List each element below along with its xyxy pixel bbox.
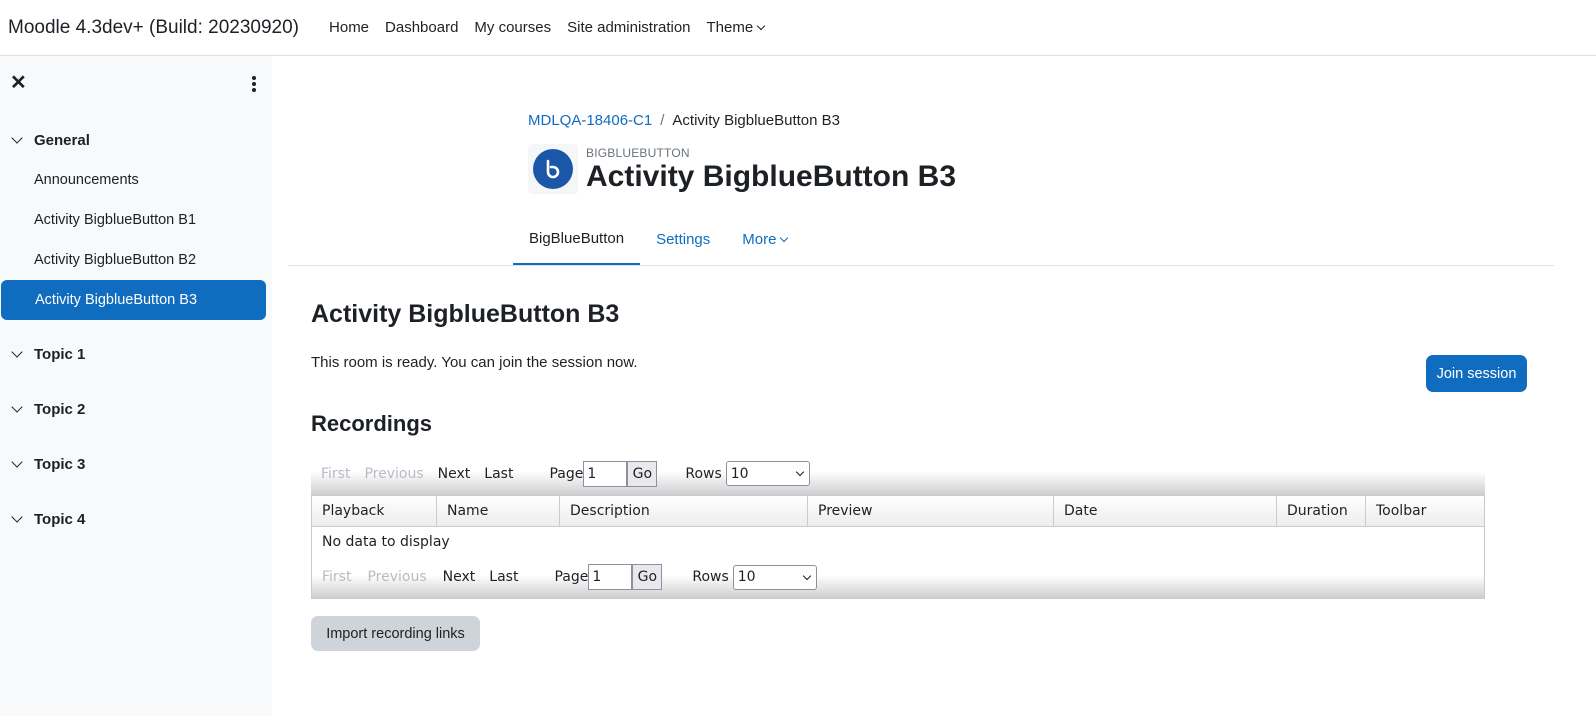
chevron-down-icon[interactable] <box>11 401 23 413</box>
tab-settings[interactable]: Settings <box>640 213 726 266</box>
column-header-description[interactable]: Description <box>560 496 808 526</box>
pager-previous: Previous <box>364 465 424 482</box>
section-title: Topic 1 <box>34 346 86 363</box>
breadcrumb-separator: / <box>660 112 665 129</box>
rows-select-value: 10 <box>730 465 749 482</box>
chevron-down-icon[interactable] <box>11 511 23 523</box>
pager-rows-label: Rows <box>692 569 729 585</box>
course-index-drawer: ✕ General Announcements Activity Bigblue… <box>0 56 272 716</box>
chevron-down-icon[interactable] <box>11 132 23 144</box>
secondary-navigation: BigBlueButton Settings More <box>513 213 803 266</box>
close-icon[interactable]: ✕ <box>10 73 28 93</box>
section-general[interactable]: General <box>10 132 90 149</box>
section-topic-2[interactable]: Topic 2 <box>10 401 85 418</box>
table-pager-top: First Previous Next Last Page 1 Go Rows … <box>311 452 1485 495</box>
nav-dashboard[interactable]: Dashboard <box>385 19 458 36</box>
pager-go-button[interactable]: Go <box>627 460 658 487</box>
column-header-date[interactable]: Date <box>1054 496 1277 526</box>
recordings-heading: Recordings <box>311 411 433 436</box>
drawer-item-bbb-b3[interactable]: Activity BigblueButton B3 <box>1 280 266 320</box>
pager-page-label: Page <box>549 465 584 482</box>
breadcrumb-course-link[interactable]: MDLQA-18406-C1 <box>528 112 652 129</box>
section-title: Topic 3 <box>34 456 86 473</box>
secondary-nav-divider <box>288 265 1554 266</box>
pager-last[interactable]: Last <box>489 569 518 585</box>
pager-next[interactable]: Next <box>443 569 476 585</box>
room-status-text: This room is ready. You can join the ses… <box>311 354 638 371</box>
column-header-preview[interactable]: Preview <box>808 496 1054 526</box>
nav-site-administration[interactable]: Site administration <box>567 19 690 36</box>
pager-rows-label: Rows <box>685 465 722 482</box>
module-type-label: BIGBLUEBUTTON <box>586 146 690 160</box>
pager-previous: Previous <box>367 569 427 585</box>
nav-my-courses[interactable]: My courses <box>474 19 551 36</box>
pager-last[interactable]: Last <box>484 466 513 482</box>
table-pager-bottom: First Previous Next Last Page 1 Go Rows … <box>311 556 1485 599</box>
rows-select-value: 10 <box>737 569 756 585</box>
tab-bigbluebutton[interactable]: BigBlueButton <box>513 213 641 266</box>
pager-rows-select[interactable]: 10 <box>732 564 817 590</box>
nav-theme-label: Theme <box>706 19 754 36</box>
pager-page-input[interactable]: 1 <box>583 460 628 487</box>
activity-heading: Activity BigblueButton B3 <box>311 300 620 328</box>
section-topic-3[interactable]: Topic 3 <box>10 456 85 473</box>
chevron-down-icon[interactable] <box>11 346 23 358</box>
nav-home[interactable]: Home <box>329 19 369 36</box>
drawer-item-bbb-b2[interactable]: Activity BigblueButton B2 <box>0 240 266 280</box>
site-name[interactable]: Moodle 4.3dev+ (Build: 20230920) <box>8 17 299 39</box>
nav-theme-menu[interactable]: Theme <box>706 19 766 36</box>
breadcrumb: MDLQA-18406-C1 / Activity BigblueButton … <box>528 112 840 129</box>
chevron-down-icon[interactable] <box>11 456 23 468</box>
page-title: Activity BigblueButton B3 <box>586 160 957 193</box>
drawer-item-bbb-b1[interactable]: Activity BigblueButton B1 <box>0 200 266 240</box>
section-topic-4[interactable]: Topic 4 <box>10 511 85 528</box>
table-empty-row: No data to display <box>312 527 1484 556</box>
pager-page-input[interactable]: 1 <box>588 564 633 590</box>
breadcrumb-current: Activity BigblueButton B3 <box>672 112 840 129</box>
pager-first: First <box>321 465 351 482</box>
chevron-down-icon <box>802 571 812 580</box>
bigbluebutton-icon <box>533 149 573 189</box>
section-title: Topic 2 <box>34 401 86 418</box>
table-header-row: Playback Name Description Preview Date D… <box>312 496 1484 527</box>
kebab-menu-icon[interactable] <box>250 76 258 92</box>
activity-icon-container <box>528 144 578 194</box>
pager-next[interactable]: Next <box>438 466 471 482</box>
pager-first: First <box>322 569 352 585</box>
column-header-duration[interactable]: Duration <box>1277 496 1366 526</box>
recordings-table: Playback Name Description Preview Date D… <box>311 495 1485 557</box>
top-navbar: Moodle 4.3dev+ (Build: 20230920) Home Da… <box>0 0 1596 56</box>
column-header-toolbar[interactable]: Toolbar <box>1366 496 1484 526</box>
column-header-playback[interactable]: Playback <box>312 496 437 526</box>
pager-rows-select[interactable]: 10 <box>725 461 810 486</box>
chevron-down-icon <box>756 21 766 31</box>
import-recording-links-button[interactable]: Import recording links <box>311 616 480 651</box>
section-title: General <box>34 132 90 149</box>
chevron-down-icon <box>795 467 805 477</box>
tab-more-label: More <box>742 231 777 248</box>
column-header-name[interactable]: Name <box>437 496 560 526</box>
drawer-item-announcements[interactable]: Announcements <box>0 160 266 200</box>
section-topic-1[interactable]: Topic 1 <box>10 346 85 363</box>
tab-more[interactable]: More <box>726 213 803 266</box>
pager-page-label: Page <box>554 569 589 585</box>
pager-go-button[interactable]: Go <box>632 564 663 590</box>
chevron-down-icon <box>780 233 789 243</box>
join-session-button[interactable]: Join session <box>1426 355 1527 392</box>
section-title: Topic 4 <box>34 511 86 528</box>
